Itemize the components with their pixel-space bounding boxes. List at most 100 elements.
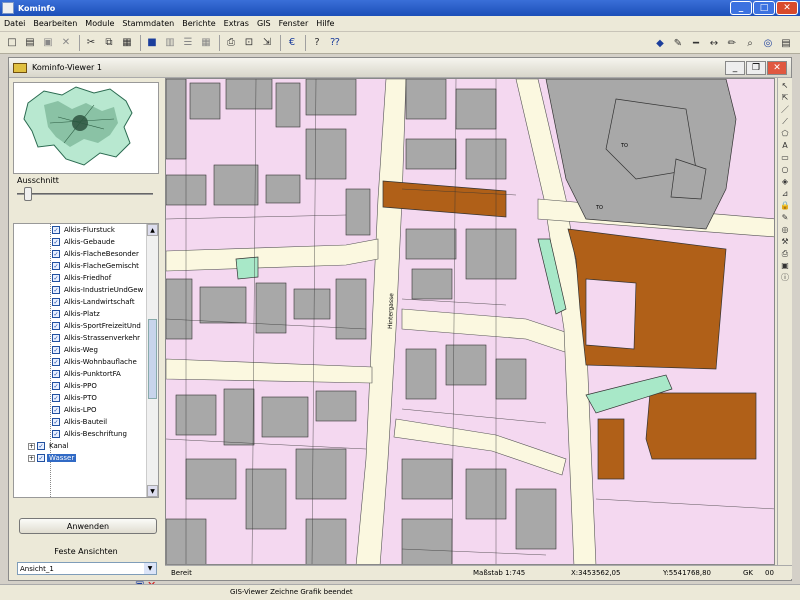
viewer-restore-button[interactable]: ❐	[746, 61, 766, 75]
measure-tool-icon[interactable]: ━	[688, 35, 704, 51]
apply-button[interactable]: Anwenden	[19, 518, 157, 534]
layer-checkbox[interactable]: ✓	[52, 322, 60, 330]
globe-icon[interactable]: ◎	[779, 224, 791, 235]
measure-icon[interactable]: ⊿	[779, 188, 791, 199]
overview-map[interactable]	[13, 82, 159, 174]
copy-icon[interactable]: ⧉	[101, 35, 117, 51]
open-icon[interactable]: ▤	[22, 35, 38, 51]
layer-item[interactable]: ✓ Alkis-PunktortFA	[14, 368, 158, 380]
layer-tool-icon[interactable]: ◆	[652, 35, 668, 51]
euro-icon[interactable]: €	[284, 35, 300, 51]
menu-module[interactable]: Module	[85, 19, 114, 28]
zoom-slider[interactable]	[17, 185, 159, 203]
layer-item[interactable]: ✓ Alkis-Bauteil	[14, 416, 158, 428]
view-select[interactable]: Ansicht_1 ▼	[17, 562, 157, 575]
preview-icon[interactable]: ⊡	[241, 35, 257, 51]
polyline-icon[interactable]: ⟋	[779, 116, 791, 127]
layer-checkbox[interactable]: ✓	[52, 334, 60, 342]
scroll-down-icon[interactable]: ▼	[147, 485, 158, 497]
help-icon[interactable]: ?	[309, 35, 325, 51]
circle-icon[interactable]: ○	[779, 164, 791, 175]
pencil-icon[interactable]: ✎	[779, 212, 791, 223]
layer-checkbox[interactable]: ✓	[52, 250, 60, 258]
select-icon[interactable]: ⇱	[779, 92, 791, 103]
save-disabled-icon[interactable]: ▣	[40, 35, 56, 51]
layer-item[interactable]: ✓ Alkis-Landwirtschaft	[14, 296, 158, 308]
grid-icon[interactable]: ▥	[162, 35, 178, 51]
table-icon[interactable]: ▦	[198, 35, 214, 51]
layer-item[interactable]: ✓ Alkis-Flurstuck	[14, 224, 158, 236]
layer-item[interactable]: ✓ Alkis-Weg	[14, 344, 158, 356]
info-icon[interactable]: ⓘ	[779, 272, 791, 283]
layer-item[interactable]: ✓ Alkis-Beschriftung	[14, 428, 158, 440]
cut-icon[interactable]: ✂	[83, 35, 99, 51]
menu-stammdaten[interactable]: Stammdaten	[122, 19, 174, 28]
map-canvas[interactable]: TO TO Hintergasse	[165, 78, 775, 565]
menu-hilfe[interactable]: Hilfe	[316, 19, 334, 28]
layer-checkbox[interactable]: ✓	[52, 382, 60, 390]
layer-item[interactable]: ✓ Alkis-Wohnbauflache	[14, 356, 158, 368]
layer-checkbox[interactable]: ✓	[52, 418, 60, 426]
chevron-down-icon[interactable]: ▼	[144, 563, 156, 574]
layer-checkbox[interactable]: ✓	[52, 262, 60, 270]
menu-gis[interactable]: GIS	[257, 19, 271, 28]
layer-icon[interactable]: ◈	[779, 176, 791, 187]
export-icon[interactable]: ⇲	[259, 35, 275, 51]
layer-checkbox[interactable]: ✓	[52, 298, 60, 306]
tree-scroll-thumb[interactable]	[148, 319, 157, 399]
layer-item[interactable]: ✓ Alkis-PPO	[14, 380, 158, 392]
layer-group-item[interactable]: + ✓ Kanal	[14, 440, 158, 452]
menu-berichte[interactable]: Berichte	[182, 19, 215, 28]
layer-checkbox[interactable]: ✓	[52, 346, 60, 354]
layer-item[interactable]: ✓ Alkis-SportFreizeitUnd	[14, 320, 158, 332]
layer-item[interactable]: ✓ Alkis-FlacheBesonder	[14, 248, 158, 260]
layer-item[interactable]: ✓ Alkis-Platz	[14, 308, 158, 320]
layer-group-checkbox[interactable]: ✓	[37, 454, 45, 462]
layer-item[interactable]: ✓ Alkis-IndustrieUndGew	[14, 284, 158, 296]
new-icon[interactable]: □	[4, 35, 20, 51]
layer-checkbox[interactable]: ✓	[52, 226, 60, 234]
menu-datei[interactable]: Datei	[4, 19, 25, 28]
line-icon[interactable]: ／	[779, 104, 791, 115]
minimize-button[interactable]: _	[730, 1, 752, 15]
window-icon[interactable]: ■	[144, 35, 160, 51]
layer-checkbox[interactable]: ✓	[52, 274, 60, 282]
zoom-slider-thumb[interactable]	[23, 187, 32, 201]
layer-checkbox[interactable]: ✓	[52, 286, 60, 294]
text-icon[interactable]: A	[779, 140, 791, 151]
distance-tool-icon[interactable]: ↔	[706, 35, 722, 51]
menu-bearbeiten[interactable]: Bearbeiten	[33, 19, 77, 28]
list-icon[interactable]: ☰	[180, 35, 196, 51]
scroll-up-icon[interactable]: ▲	[147, 224, 158, 236]
layer-checkbox[interactable]: ✓	[52, 310, 60, 318]
wrench-icon[interactable]: ⚒	[779, 236, 791, 247]
snapshot-icon[interactable]: ▣	[779, 260, 791, 271]
layer-item[interactable]: ✓ Alkis-Friedhof	[14, 272, 158, 284]
layer-group-checkbox[interactable]: ✓	[37, 442, 45, 450]
context-help-icon[interactable]: ⁇	[327, 35, 343, 51]
pencil-tool-icon[interactable]: ✏	[724, 35, 740, 51]
pointer-icon[interactable]: ↖	[779, 80, 791, 91]
layer-item[interactable]: ✓ Alkis-Gebaude	[14, 236, 158, 248]
print-icon[interactable]: ⎙	[223, 35, 239, 51]
viewer-minimize-button[interactable]: _	[725, 61, 745, 75]
polygon-icon[interactable]: ⬠	[779, 128, 791, 139]
paste-icon[interactable]: ▦	[119, 35, 135, 51]
tree-scrollbar[interactable]: ▲ ▼	[146, 224, 158, 497]
draw-tool-icon[interactable]: ✎	[670, 35, 686, 51]
lock-icon[interactable]: 🔒	[779, 200, 791, 211]
delete-icon[interactable]: ✕	[58, 35, 74, 51]
layer-checkbox[interactable]: ✓	[52, 394, 60, 402]
close-button[interactable]: ✕	[776, 1, 798, 15]
layer-checkbox[interactable]: ✓	[52, 370, 60, 378]
layer-checkbox[interactable]: ✓	[52, 358, 60, 366]
globe-tool-icon[interactable]: ◎	[760, 35, 776, 51]
layer-checkbox[interactable]: ✓	[52, 430, 60, 438]
expand-icon[interactable]: +	[28, 454, 35, 462]
menu-fenster[interactable]: Fenster	[279, 19, 309, 28]
expand-icon[interactable]: +	[28, 442, 35, 450]
maximize-button[interactable]: □	[753, 1, 775, 15]
menu-extras[interactable]: Extras	[224, 19, 249, 28]
zoom-tool-icon[interactable]: ⌕	[742, 35, 758, 51]
print-icon[interactable]: ⎙	[779, 248, 791, 259]
